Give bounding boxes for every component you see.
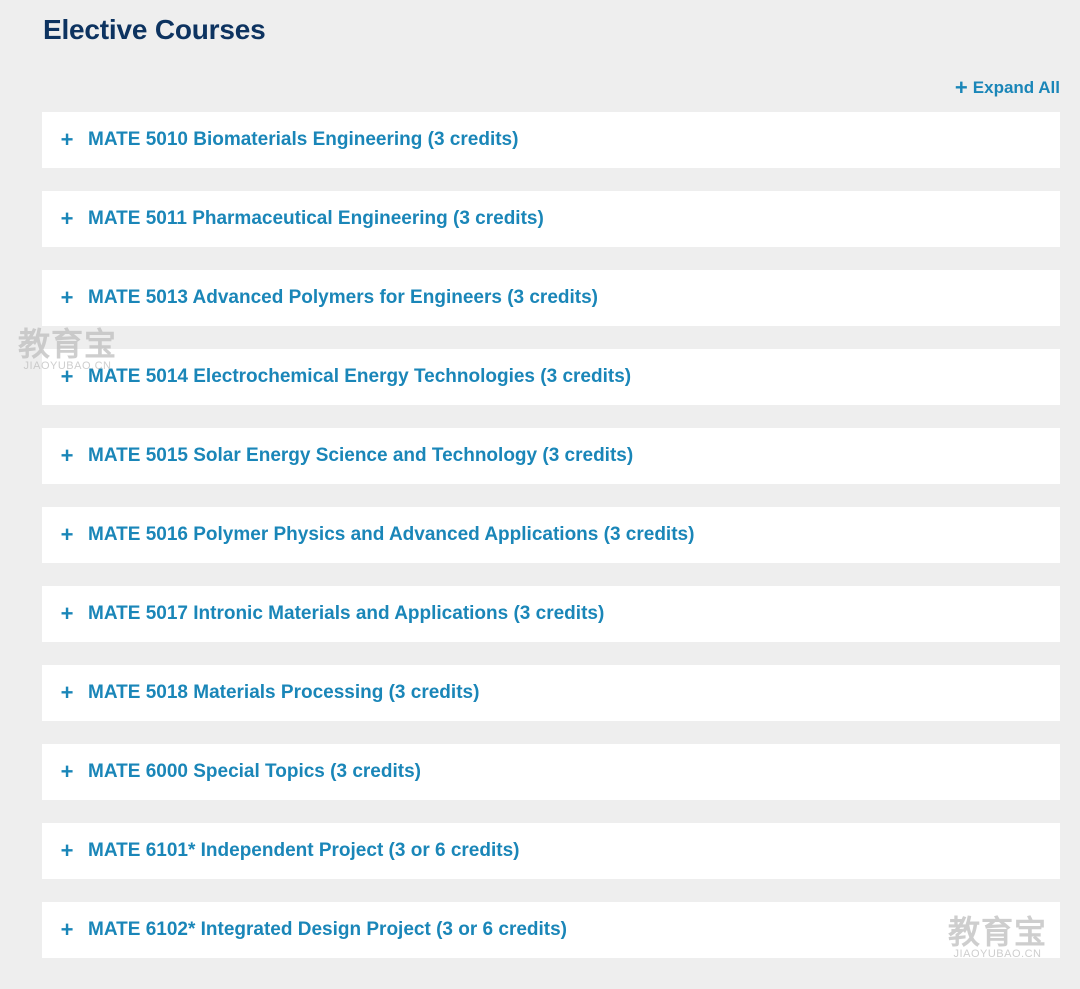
plus-icon: + bbox=[60, 127, 74, 152]
plus-icon: + bbox=[60, 443, 74, 468]
accordion-item-mate-6101[interactable]: + MATE 6101* Independent Project (3 or 6… bbox=[42, 823, 1060, 879]
accordion-item-label: MATE 6000 Special Topics (3 credits) bbox=[88, 761, 421, 782]
accordion-item-label: MATE 5016 Polymer Physics and Advanced A… bbox=[88, 524, 695, 545]
accordion-item-label: MATE 5017 Intronic Materials and Applica… bbox=[88, 603, 605, 624]
plus-icon: + bbox=[60, 206, 74, 231]
accordion-item-label: MATE 6101* Independent Project (3 or 6 c… bbox=[88, 840, 520, 861]
expand-all-label: Expand All bbox=[972, 78, 1060, 97]
accordion-item-mate-6000[interactable]: + MATE 6000 Special Topics (3 credits) bbox=[42, 744, 1060, 800]
plus-icon: + bbox=[60, 917, 74, 942]
accordion-item-mate-6102[interactable]: + MATE 6102* Integrated Design Project (… bbox=[42, 902, 1060, 958]
plus-icon: + bbox=[60, 522, 74, 547]
course-accordion: + MATE 5010 Biomaterials Engineering (3 … bbox=[42, 112, 1060, 981]
accordion-item-label: MATE 6102* Integrated Design Project (3 … bbox=[88, 919, 568, 940]
accordion-item-mate-5011[interactable]: + MATE 5011 Pharmaceutical Engineering (… bbox=[42, 191, 1060, 247]
plus-icon: + bbox=[60, 838, 74, 863]
accordion-item-label: MATE 5010 Biomaterials Engineering (3 cr… bbox=[88, 129, 519, 150]
accordion-item-label: MATE 5011 Pharmaceutical Engineering (3 … bbox=[88, 208, 544, 229]
accordion-item-mate-5013[interactable]: + MATE 5013 Advanced Polymers for Engine… bbox=[42, 270, 1060, 326]
page-title: Elective Courses bbox=[43, 14, 266, 45]
plus-icon: + bbox=[60, 759, 74, 784]
plus-icon: + bbox=[60, 364, 74, 389]
accordion-item-mate-5014[interactable]: + MATE 5014 Electrochemical Energy Techn… bbox=[42, 349, 1060, 405]
accordion-item-label: MATE 5015 Solar Energy Science and Techn… bbox=[88, 445, 634, 466]
accordion-item-label: MATE 5014 Electrochemical Energy Technol… bbox=[88, 366, 632, 387]
accordion-item-mate-5010[interactable]: + MATE 5010 Biomaterials Engineering (3 … bbox=[42, 112, 1060, 168]
expand-all-button[interactable]: + Expand All bbox=[955, 77, 1060, 99]
accordion-item-label: MATE 5013 Advanced Polymers for Engineer… bbox=[88, 287, 599, 308]
accordion-item-mate-5016[interactable]: + MATE 5016 Polymer Physics and Advanced… bbox=[42, 507, 1060, 563]
accordion-item-mate-5017[interactable]: + MATE 5017 Intronic Materials and Appli… bbox=[42, 586, 1060, 642]
plus-icon: + bbox=[60, 680, 74, 705]
accordion-item-mate-5015[interactable]: + MATE 5015 Solar Energy Science and Tec… bbox=[42, 428, 1060, 484]
plus-icon: + bbox=[60, 601, 74, 626]
plus-icon: + bbox=[60, 285, 74, 310]
accordion-item-mate-5018[interactable]: + MATE 5018 Materials Processing (3 cred… bbox=[42, 665, 1060, 721]
accordion-item-label: MATE 5018 Materials Processing (3 credit… bbox=[88, 682, 480, 703]
plus-icon: + bbox=[954, 75, 968, 100]
